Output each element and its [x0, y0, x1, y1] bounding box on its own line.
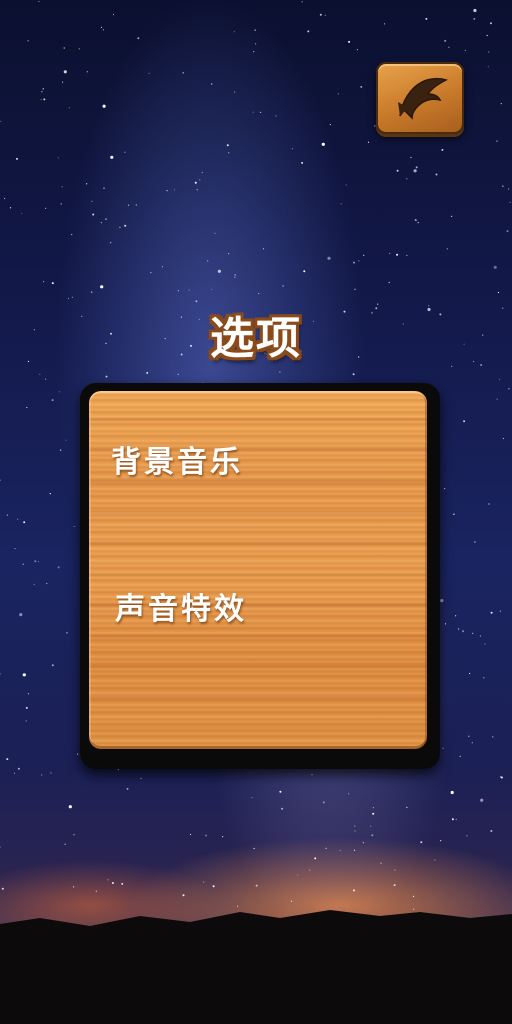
wood-board: 背景音乐 声音特效 [89, 391, 427, 749]
back-button[interactable] [376, 62, 464, 134]
mountain-silhouette [0, 910, 512, 1024]
background-music-option[interactable]: 背景音乐 [111, 437, 243, 481]
sound-effects-option[interactable]: 声音特效 [115, 584, 247, 628]
back-arrow-icon [398, 77, 448, 120]
page-title: 选项 [210, 313, 302, 364]
options-panel: 背景音乐 声音特效 [80, 383, 440, 769]
options-screen: 选项 背景音乐 声音特效 [0, 0, 512, 1024]
